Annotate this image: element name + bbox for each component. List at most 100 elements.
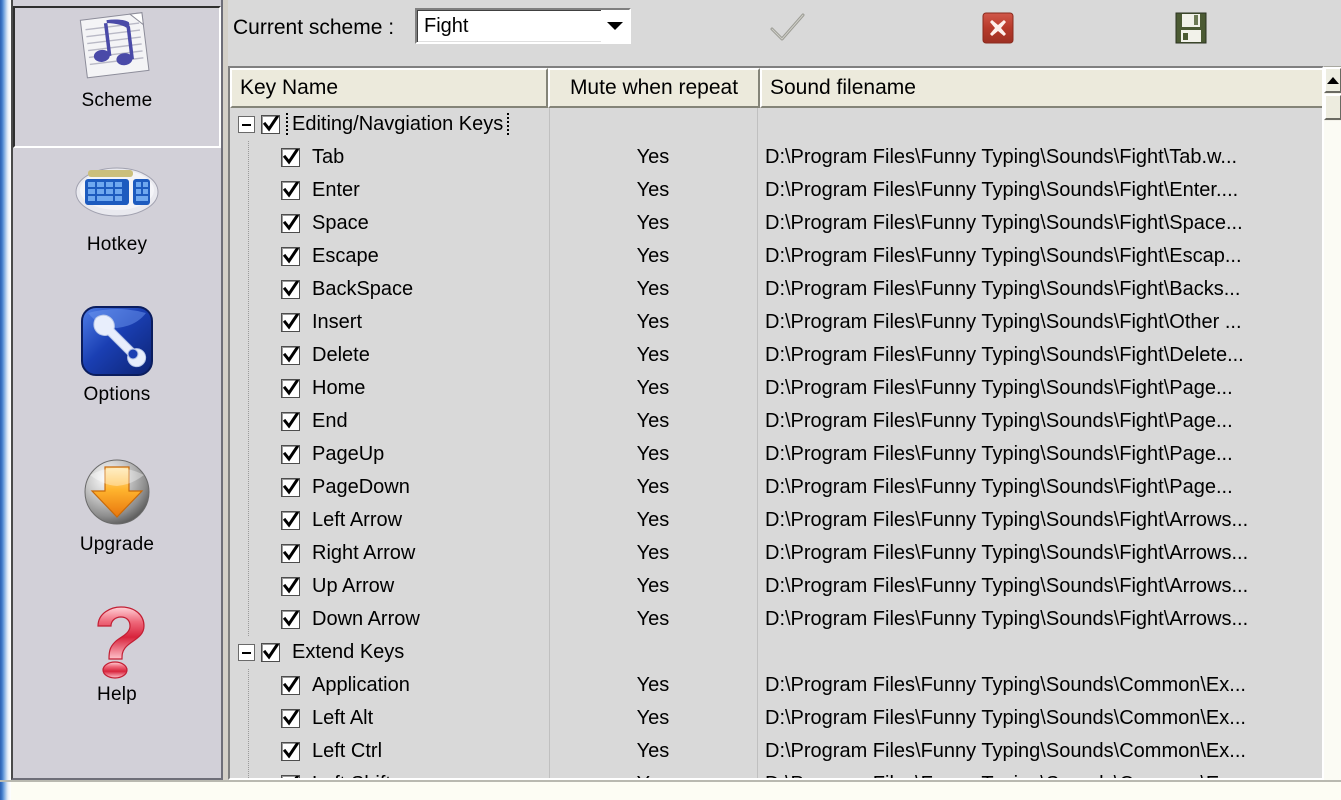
row-checkbox[interactable] xyxy=(261,643,280,662)
table-row[interactable]: Tab Yes D:\Program Files\Funny Typing\Soun… xyxy=(230,141,1322,174)
save-button[interactable] xyxy=(1169,6,1213,50)
cell-key-name: Left Arrow xyxy=(230,509,549,532)
sidebar-item-hotkey[interactable]: Hotkey xyxy=(13,152,221,294)
table-row[interactable]: Right Arrow Yes D:\Program Files\Funny Typ… xyxy=(230,537,1322,570)
table-row[interactable]: PageUp Yes D:\Program Files\Funny Typing\S… xyxy=(230,438,1322,471)
table-row[interactable]: Delete Yes D:\Program Files\Funny Typing\S… xyxy=(230,339,1322,372)
column-header-mute-when-repeat[interactable]: Mute when repeat xyxy=(548,68,760,108)
row-checkbox[interactable] xyxy=(281,709,300,728)
cell-mute-when-repeat: Yes xyxy=(636,410,670,432)
row-checkbox[interactable] xyxy=(281,511,300,530)
row-checkbox[interactable] xyxy=(281,445,300,464)
table-row[interactable]: Down Arrow Yes D:\Program Files\Funny Typi… xyxy=(230,603,1322,636)
checkmark-icon xyxy=(770,13,805,41)
row-checkbox[interactable] xyxy=(281,346,300,365)
row-checkbox[interactable] xyxy=(281,577,300,596)
cell-key-name: BackSpace xyxy=(230,278,549,301)
column-header-key-name[interactable]: Key Name xyxy=(230,68,548,108)
key-name-label: Tab xyxy=(312,146,345,168)
sidebar-item-help[interactable]: Help xyxy=(13,602,221,744)
tree-group-row[interactable]: Extend Keys xyxy=(230,636,1322,669)
cell-key-name: Right Arrow xyxy=(230,542,549,565)
sidebar-item-scheme[interactable]: Scheme xyxy=(13,6,221,148)
tree-guide-line xyxy=(248,141,249,636)
row-checkbox[interactable] xyxy=(281,148,300,167)
scroll-up-button[interactable] xyxy=(1324,67,1341,93)
row-checkbox[interactable] xyxy=(281,610,300,629)
cell-mute-when-repeat: Yes xyxy=(549,773,757,778)
cell-key-name: Application xyxy=(230,674,549,697)
key-name-label: End xyxy=(312,410,348,432)
row-checkbox[interactable] xyxy=(281,478,300,497)
scrollbar-thumb[interactable] xyxy=(1324,94,1341,120)
table-row[interactable]: BackSpace Yes D:\Program Files\Funny Typin… xyxy=(230,273,1322,306)
key-name-label: Left Shift xyxy=(309,773,394,778)
table-row[interactable]: Escape Yes D:\Program Files\Funny Typing\S… xyxy=(230,240,1322,273)
table-row[interactable]: PageDown Yes D:\Program Files\Funny Typing… xyxy=(230,471,1322,504)
row-checkbox[interactable] xyxy=(281,412,300,431)
table-row[interactable]: End Yes D:\Program Files\Funny Typing\Soun… xyxy=(230,405,1322,438)
table-row[interactable]: Application Yes D:\Program Files\Funny Typ… xyxy=(230,669,1322,702)
cell-sound-filename: D:\Program Files\Funny Typing\Sounds\Fig… xyxy=(765,542,1249,564)
row-checkbox[interactable] xyxy=(281,742,300,761)
delete-button[interactable] xyxy=(976,6,1020,50)
cell-sound-filename: D:\Program Files\Funny Typing\Sounds\Com… xyxy=(757,773,1322,778)
key-name-label: Down Arrow xyxy=(312,608,420,630)
sidebar-item-options[interactable]: Options xyxy=(13,302,221,444)
cell-sound-filename: D:\Program Files\Funny Typing\Sounds\Fig… xyxy=(765,410,1233,432)
apply-button[interactable] xyxy=(766,6,810,50)
cell-mute-when-repeat: Yes xyxy=(636,740,670,762)
row-checkbox[interactable] xyxy=(281,181,300,200)
tree-collapse-icon[interactable] xyxy=(238,116,255,133)
current-scheme-label: Current scheme : xyxy=(233,16,395,39)
wrench-icon xyxy=(74,302,160,382)
cell-key-name: Up Arrow xyxy=(230,575,549,598)
cell-sound-filename: D:\Program Files\Funny Typing\Sounds\Fig… xyxy=(765,608,1249,630)
cell-sound-filename: D:\Program Files\Funny Typing\Sounds\Com… xyxy=(765,740,1246,762)
cell-mute-when-repeat: Yes xyxy=(636,443,670,465)
key-name-label: Left Ctrl xyxy=(312,740,383,762)
cell-key-name: Left Alt xyxy=(230,707,549,730)
list-body: Editing/Navgiation Keys Tab Yes D:\Program… xyxy=(230,108,1322,778)
key-name-label: Extend Keys xyxy=(292,641,405,663)
scrollbar-track[interactable] xyxy=(1324,121,1341,781)
table-row[interactable]: Space Yes D:\Program Files\Funny Typing\So… xyxy=(230,207,1322,240)
table-row[interactable]: Home Yes D:\Program Files\Funny Typing\Sou… xyxy=(230,372,1322,405)
table-row[interactable]: Left Shift YesD:\Program Files\Funny Typi… xyxy=(230,768,1322,778)
cell-sound-filename: D:\Program Files\Funny Typing\Sounds\Fig… xyxy=(765,179,1239,201)
row-checkbox[interactable] xyxy=(281,280,300,299)
tree-group-row[interactable]: Editing/Navgiation Keys xyxy=(230,108,1322,141)
row-checkbox[interactable] xyxy=(281,313,300,332)
scheme-combobox[interactable]: Fight xyxy=(415,8,631,44)
key-name-label: BackSpace xyxy=(312,278,414,300)
cell-key-name: Left Shift xyxy=(230,773,549,778)
column-header-sound-filename[interactable]: Sound filename xyxy=(760,68,1322,108)
table-row[interactable]: Left Alt Yes D:\Program Files\Funny Typing… xyxy=(230,702,1322,735)
sidebar-item-upgrade[interactable]: Upgrade xyxy=(13,452,221,594)
tree-guide-line xyxy=(248,669,249,778)
row-checkbox[interactable] xyxy=(281,214,300,233)
chevron-down-icon[interactable] xyxy=(601,10,629,42)
key-list-view: Key Name Mute when repeat Sound filename… xyxy=(228,66,1324,780)
floppy-disk-save-icon xyxy=(1175,12,1207,44)
tree-collapse-icon[interactable] xyxy=(238,644,255,661)
cell-mute-when-repeat: Yes xyxy=(636,542,670,564)
cell-mute-when-repeat: Yes xyxy=(636,245,670,267)
row-checkbox[interactable] xyxy=(281,676,300,695)
cell-key-name: Editing/Navgiation Keys xyxy=(230,113,549,136)
row-checkbox[interactable] xyxy=(261,115,280,134)
table-row[interactable]: Insert Yes D:\Program Files\Funny Typing\S… xyxy=(230,306,1322,339)
table-row[interactable]: Left Ctrl Yes D:\Program Files\Funny Typin… xyxy=(230,735,1322,768)
row-checkbox[interactable] xyxy=(281,544,300,563)
table-row[interactable]: Enter Yes D:\Program Files\Funny Typing\So… xyxy=(230,174,1322,207)
row-checkbox[interactable] xyxy=(281,247,300,266)
music-sheet-icon xyxy=(74,8,160,88)
table-row[interactable]: Left Arrow Yes D:\Program Files\Funny Typi… xyxy=(230,504,1322,537)
vertical-scrollbar[interactable] xyxy=(1324,66,1341,781)
row-checkbox[interactable] xyxy=(281,379,300,398)
key-name-label: Left Arrow xyxy=(312,509,403,531)
table-row[interactable]: Up Arrow Yes D:\Program Files\Funny Typing… xyxy=(230,570,1322,603)
cell-sound-filename: D:\Program Files\Funny Typing\Sounds\Com… xyxy=(765,674,1246,696)
cell-mute-when-repeat: Yes xyxy=(636,344,670,366)
cell-sound-filename: D:\Program Files\Funny Typing\Sounds\Fig… xyxy=(765,146,1238,168)
